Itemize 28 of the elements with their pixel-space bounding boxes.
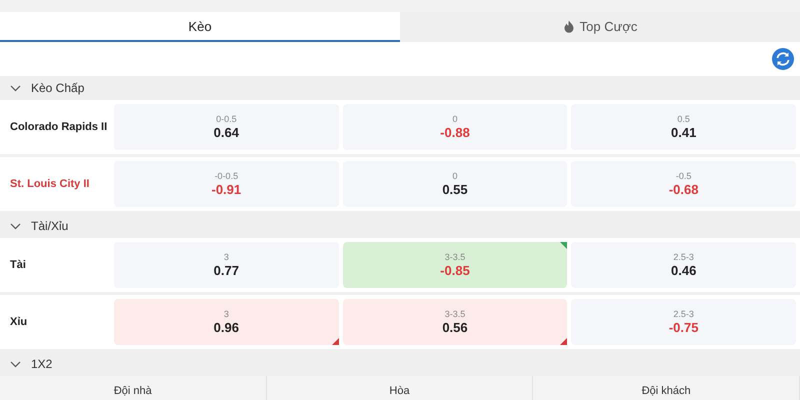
odds-button[interactable]: 2.5-3 0.46 bbox=[571, 242, 796, 288]
section-header[interactable]: 1X2 bbox=[0, 352, 800, 376]
refresh-icon[interactable] bbox=[772, 48, 794, 70]
odds-button[interactable]: 3-3.5 -0.85 bbox=[342, 242, 568, 288]
flame-icon bbox=[562, 20, 575, 32]
tab[interactable]: Top Cược bbox=[400, 12, 800, 42]
column-header: Đội khách bbox=[533, 376, 800, 400]
odds-button[interactable]: -0-0.5 -0.91 bbox=[114, 161, 339, 207]
section-title: 1X2 bbox=[31, 357, 52, 371]
odds-button[interactable]: 2.5-3 -0.75 bbox=[571, 299, 796, 345]
odds-button[interactable]: 0 -0.88 bbox=[342, 104, 568, 150]
column-header: Đội nhà bbox=[0, 376, 267, 400]
odds-button[interactable]: 3-3.5 0.56 bbox=[342, 299, 568, 345]
section-header[interactable]: Tài/Xỉu bbox=[0, 214, 800, 238]
row-label: Tài bbox=[10, 259, 27, 271]
section-title: Kèo Chấp bbox=[31, 81, 84, 95]
odds-button[interactable]: 0-0.5 0.64 bbox=[114, 104, 339, 150]
section-header[interactable]: Kèo Chấp bbox=[0, 76, 800, 100]
odds-button[interactable]: 3 0.77 bbox=[114, 242, 339, 288]
odds-button[interactable]: -0.5 -0.68 bbox=[571, 161, 796, 207]
odds-button[interactable]: 0 0.55 bbox=[342, 161, 568, 207]
row-label: St. Louis City II bbox=[10, 178, 90, 190]
row-label: Colorado Rapids II bbox=[10, 121, 108, 133]
section-title: Tài/Xỉu bbox=[31, 219, 68, 233]
row-label: Xỉu bbox=[10, 316, 28, 328]
odds-button[interactable]: 0.5 0.41 bbox=[571, 104, 796, 150]
column-header: Hòa bbox=[266, 376, 534, 400]
odds-button[interactable]: 3 0.96 bbox=[114, 299, 339, 345]
